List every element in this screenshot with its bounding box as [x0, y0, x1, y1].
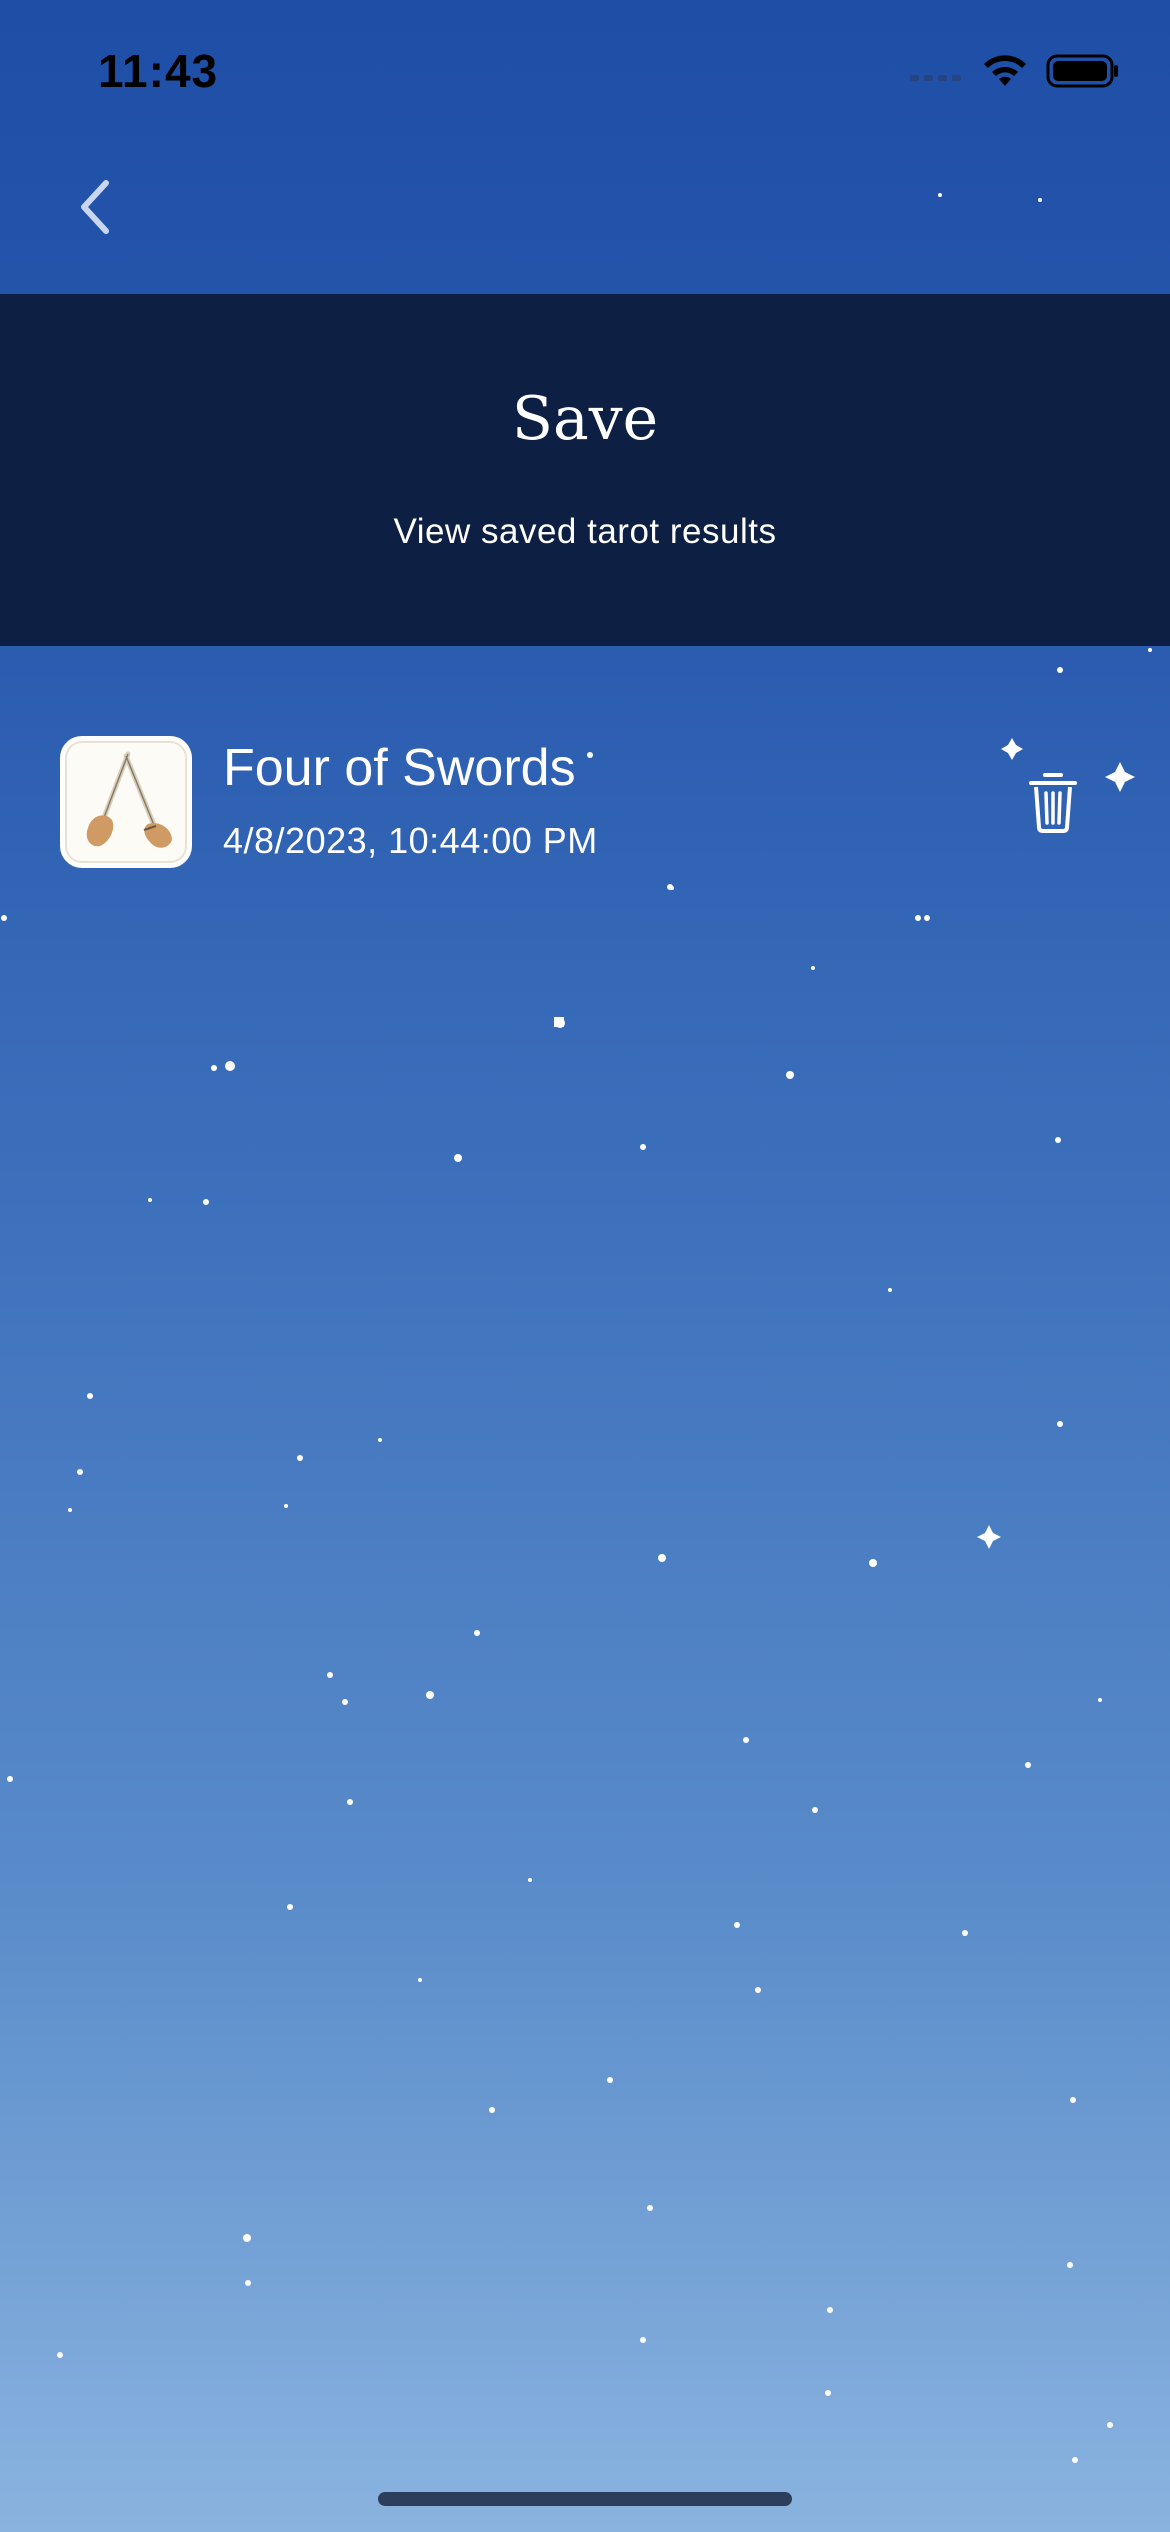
tarot-card-icon — [60, 736, 192, 868]
status-icons — [908, 52, 1120, 90]
saved-result-item[interactable]: Four of Swords 4/8/2023, 10:44:00 PM — [0, 700, 1170, 900]
status-time: 11:43 — [98, 45, 219, 97]
battery-icon — [1046, 54, 1118, 88]
chevron-left-icon — [81, 180, 109, 234]
page-header: Save View saved tarot results — [0, 294, 1170, 646]
saved-timestamp: 4/8/2023, 10:44:00 PM — [223, 820, 598, 861]
trash-icon — [1029, 773, 1077, 833]
delete-button[interactable] — [1020, 762, 1086, 842]
page-title: Save — [511, 384, 659, 454]
saved-results-list: Four of Swords 4/8/2023, 10:44:00 PM — [0, 700, 1170, 900]
status-bar: 11:43 — [0, 0, 1170, 150]
home-indicator[interactable] — [378, 2492, 792, 2506]
cellular-signal-icon — [910, 75, 961, 81]
back-button[interactable] — [70, 172, 120, 242]
saved-card-name: Four of Swords — [223, 739, 576, 797]
wifi-icon — [984, 55, 1026, 86]
page-subtitle: View saved tarot results — [393, 512, 777, 551]
